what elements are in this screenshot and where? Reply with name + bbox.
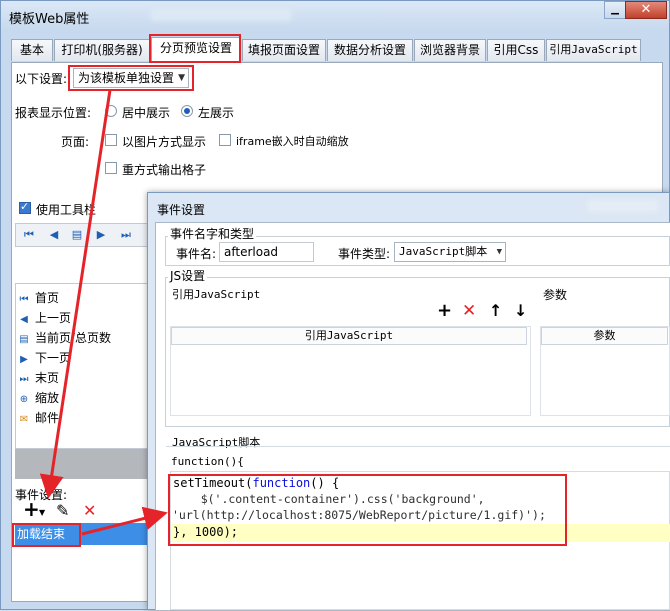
radio-center-label: 居中展示 — [122, 106, 171, 120]
params-column-header[interactable]: 参数 — [541, 327, 668, 345]
last-page-icon[interactable]: ⏭ — [117, 226, 135, 244]
tab-fill-page[interactable]: 填报页面设置 — [242, 39, 326, 61]
image-mode-label: 以图片方式显示 — [122, 135, 207, 149]
page-count-icon[interactable]: ▤ — [68, 226, 86, 244]
title-blurred-region — [151, 9, 291, 21]
iframe-zoom-checkbox[interactable] — [219, 134, 231, 146]
prev-page-icon: ◀ — [20, 314, 28, 325]
tab-printer-server[interactable]: 打印机(服务器) — [54, 39, 150, 61]
zoom-icon: ⊕ — [19, 394, 29, 405]
event-type-value: JavaScript脚本 — [399, 245, 488, 258]
tab-browser-background[interactable]: 浏览器背景 — [414, 39, 486, 61]
tab-ref-javascript[interactable]: 引用JavaScript — [546, 39, 641, 61]
close-button[interactable]: ✕ — [625, 1, 667, 19]
last-page-icon: ⏭ — [19, 374, 29, 385]
first-page-icon[interactable]: ⏮ — [20, 226, 38, 244]
list-item[interactable]: ▤ 当前页/总页数 — [17, 328, 111, 348]
tab-data-analysis[interactable]: 数据分析设置 — [327, 39, 413, 61]
name-type-group-title: 事件名字和类型 — [168, 225, 257, 242]
tab-basic[interactable]: 基本 — [11, 39, 53, 61]
divider — [166, 446, 670, 447]
position-label: 报表显示位置: — [15, 106, 92, 120]
list-item[interactable]: ◀ 上一页 — [17, 308, 71, 328]
delete-ref-icon[interactable]: ✕ — [462, 301, 476, 321]
repeat-cells-checkbox[interactable] — [105, 162, 117, 174]
page-label: 页面: — [61, 135, 90, 149]
chevron-down-icon: ▼ — [496, 247, 502, 257]
next-page-icon: ▶ — [20, 354, 28, 365]
js-settings-group-title: JS设置 — [168, 267, 208, 284]
prev-page-icon[interactable]: ◀ — [45, 226, 63, 244]
radio-center[interactable] — [105, 105, 117, 117]
list-item[interactable]: ✉ 邮件 — [17, 408, 59, 428]
event-name-label: 事件名: — [176, 247, 217, 261]
event-item-highlight — [12, 523, 81, 547]
next-page-icon[interactable]: ▶ — [92, 226, 110, 244]
event-type-label: 事件类型: — [338, 247, 391, 261]
add-ref-icon[interactable]: + — [437, 300, 452, 321]
chevron-down-icon[interactable]: ▼ — [39, 508, 45, 517]
scope-label: 以下设置: — [15, 72, 68, 86]
add-event-icon[interactable]: + — [23, 499, 40, 519]
tab-bar: 基本 打印机(服务器) 分页预览设置 填报页面设置 数据分析设置 浏览器背景 引… — [11, 37, 663, 63]
first-page-icon: ⏮ — [19, 294, 29, 305]
code-highlight-box — [168, 474, 567, 546]
event-type-select[interactable]: JavaScript脚本 ▼ — [394, 242, 506, 262]
ref-js-column-header[interactable]: 引用JavaScript — [171, 327, 527, 345]
window-title: 模板Web属性 — [9, 12, 90, 27]
title-bar[interactable]: 模板Web属性 ▁ ✕ — [1, 1, 670, 31]
js-script-title: JavaScript脚本 — [172, 436, 261, 449]
mail-icon: ✉ — [19, 414, 29, 425]
list-item[interactable]: ⊕ 缩放 — [17, 388, 59, 408]
list-footer-bar — [15, 449, 151, 479]
iframe-zoom-label: iframe嵌入时自动缩放 — [236, 135, 349, 148]
delete-event-icon[interactable]: ✕ — [83, 501, 96, 520]
list-item[interactable]: ⏭ 末页 — [17, 368, 60, 388]
function-header: function(){ — [171, 455, 244, 468]
params-title: 参数 — [543, 288, 568, 302]
active-tab-highlight — [149, 34, 241, 63]
image-mode-checkbox[interactable] — [105, 134, 117, 146]
repeat-cells-label: 重方式输出格子 — [122, 163, 207, 177]
use-toolbar-checkbox[interactable] — [19, 200, 31, 214]
page-count-icon: ▤ — [19, 334, 29, 345]
edit-event-icon[interactable]: ✎ — [56, 501, 69, 520]
use-toolbar-label: 使用工具栏 — [36, 203, 97, 217]
move-down-icon[interactable]: ↓ — [514, 301, 527, 320]
event-name-field[interactable]: afterload — [219, 242, 314, 262]
list-item[interactable]: ▶ 下一页 — [17, 348, 71, 368]
radio-left-label: 左展示 — [198, 106, 235, 120]
radio-left[interactable] — [181, 105, 193, 117]
tab-ref-css[interactable]: 引用Css — [487, 39, 545, 61]
dialog-title-blurred-region — [588, 200, 658, 212]
list-item[interactable]: ⏮ 首页 — [17, 288, 60, 308]
dialog-title: 事件设置 — [157, 203, 206, 217]
scope-highlight — [68, 65, 194, 91]
move-up-icon[interactable]: ↑ — [489, 301, 502, 320]
ref-js-title: 引用JavaScript — [172, 288, 261, 301]
minimize-button[interactable]: ▁ — [604, 1, 626, 19]
